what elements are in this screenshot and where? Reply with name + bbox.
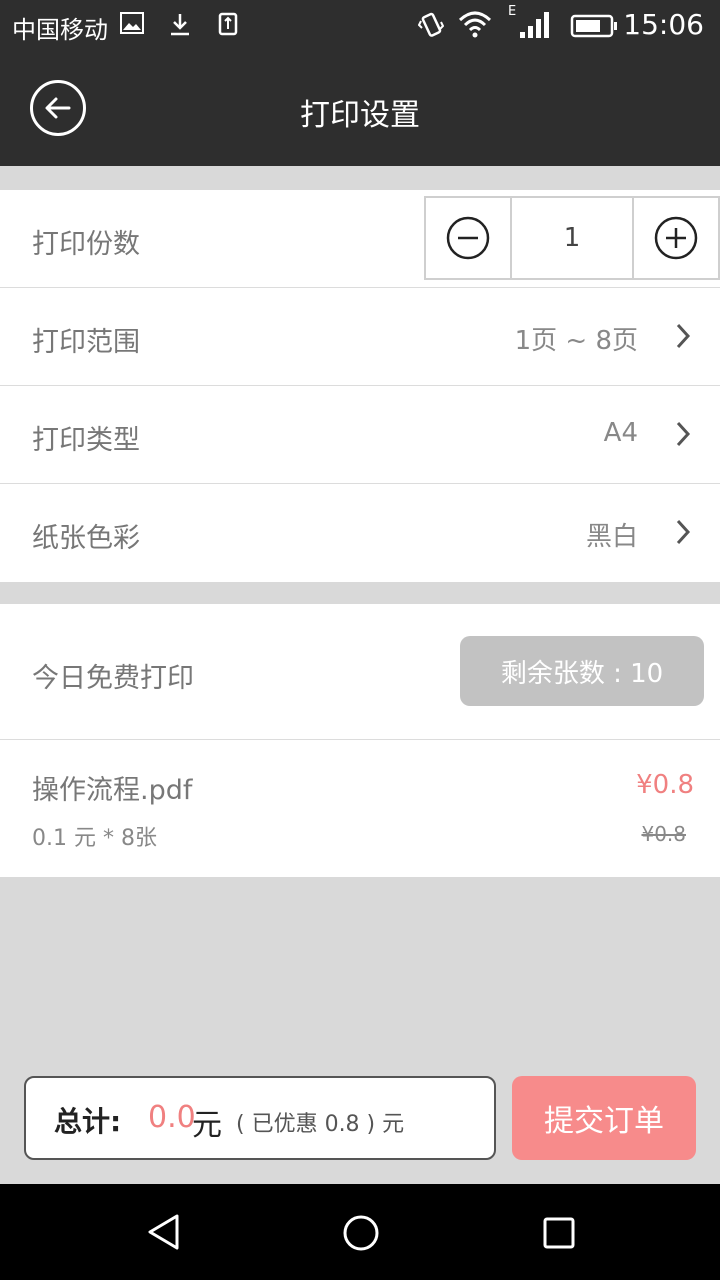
page-title: 打印设置	[300, 98, 420, 133]
download-icon	[168, 12, 192, 42]
network-type: E	[508, 4, 517, 19]
chevron-right-icon	[676, 421, 691, 447]
type-label: 打印类型	[32, 425, 140, 456]
total-summary: 总计: 0.0 元 ( 已优惠 0.8 ) 元	[24, 1076, 496, 1160]
submit-order-button[interactable]: 提交订单	[512, 1076, 696, 1160]
file-original-price: ¥0.8	[641, 822, 686, 846]
discount-text: ( 已优惠 0.8 ) 元	[236, 1112, 405, 1137]
range-value: 1页 ~ 8页	[514, 326, 638, 356]
total-amount: 0.0	[148, 1100, 196, 1135]
file-name: 操作流程.pdf	[32, 775, 193, 806]
chevron-right-icon	[676, 519, 691, 545]
file-item: 操作流程.pdf 0.1 元 * 8张 ¥0.8 ¥0.8	[0, 740, 720, 877]
wifi-icon	[458, 10, 492, 44]
plus-circle-icon	[654, 216, 698, 260]
file-price-detail: 0.1 元 * 8张	[32, 826, 157, 851]
print-settings-card: 打印份数 1 打印范围 1页 ~ 8页 打印类型 A4 纸张色彩 黑白	[0, 190, 720, 582]
range-row[interactable]: 打印范围 1页 ~ 8页	[0, 288, 720, 386]
free-print-row: 今日免费打印 剩余张数 : 10	[0, 604, 720, 740]
nav-back-icon[interactable]	[144, 1212, 184, 1252]
file-price: ¥0.8	[636, 770, 694, 800]
copies-label: 打印份数	[32, 229, 140, 260]
color-label: 纸张色彩	[32, 523, 140, 554]
battery-icon	[570, 14, 618, 44]
remaining-sheets-badge: 剩余张数 : 10	[460, 636, 704, 706]
signal-icon	[518, 10, 552, 44]
nav-recents-icon[interactable]	[542, 1216, 576, 1250]
type-row[interactable]: 打印类型 A4	[0, 386, 720, 484]
color-value: 黑白	[585, 522, 638, 552]
copies-row: 打印份数 1	[0, 190, 720, 288]
chevron-right-icon	[676, 323, 691, 349]
color-row[interactable]: 纸张色彩 黑白	[0, 484, 720, 582]
title-bar: 打印设置	[0, 52, 720, 166]
vibrate-icon	[417, 12, 445, 44]
upload-icon	[218, 12, 238, 42]
range-label: 打印范围	[32, 327, 140, 358]
copies-stepper: 1	[424, 196, 720, 280]
decrement-button[interactable]	[426, 198, 510, 278]
nav-home-icon[interactable]	[342, 1214, 380, 1252]
free-print-label: 今日免费打印	[32, 663, 194, 694]
total-label: 总计:	[54, 1105, 122, 1138]
system-nav-bar	[0, 1184, 720, 1280]
image-icon	[120, 12, 144, 40]
type-value: A4	[603, 418, 638, 448]
copies-value: 1	[510, 198, 634, 278]
status-bar: 中国移动 E 15:06	[0, 0, 720, 52]
increment-button[interactable]	[634, 198, 718, 278]
clock: 15:06	[623, 8, 704, 41]
minus-circle-icon	[446, 216, 490, 260]
order-card: 今日免费打印 剩余张数 : 10 操作流程.pdf 0.1 元 * 8张 ¥0.…	[0, 604, 720, 877]
total-unit: 元	[192, 1108, 222, 1143]
carrier-name: 中国移动	[12, 16, 108, 44]
